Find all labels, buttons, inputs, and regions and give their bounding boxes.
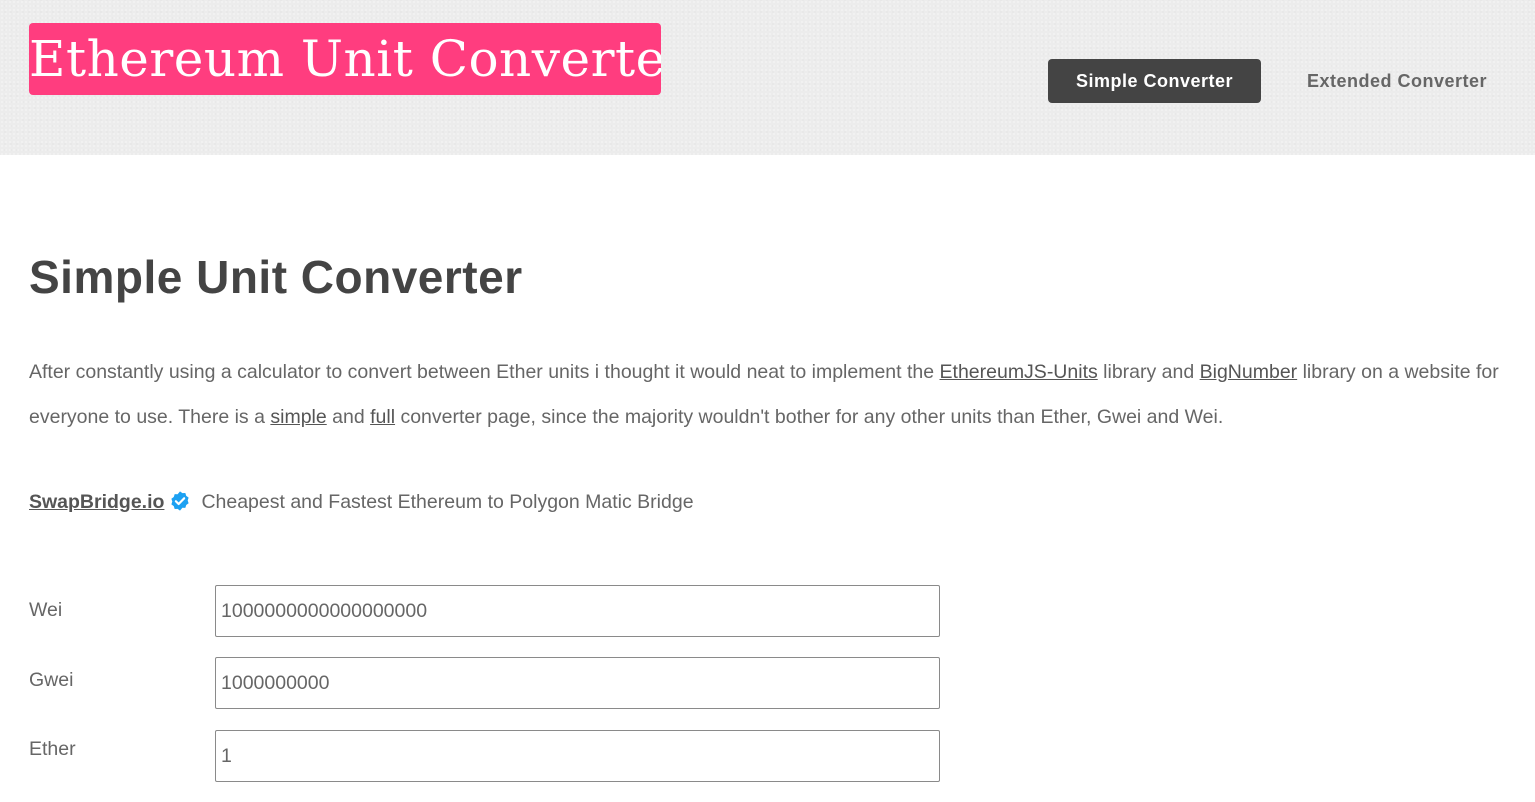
page-title: Simple Unit Converter <box>29 251 523 303</box>
site-header: Ethereum Unit Converter Simple Converter… <box>0 0 1535 155</box>
gwei-label: Gwei <box>29 669 74 691</box>
simple-converter-link[interactable]: simple <box>270 406 326 428</box>
intro-text-1: After constantly using a calculator to c… <box>29 361 940 383</box>
wei-label: Wei <box>29 599 63 621</box>
bignumber-link[interactable]: BigNumber <box>1200 361 1298 383</box>
full-converter-link[interactable]: full <box>370 406 395 428</box>
site-logo[interactable]: Ethereum Unit Converter <box>29 23 661 95</box>
swapbridge-link[interactable]: SwapBridge.io <box>29 491 164 513</box>
gwei-input[interactable] <box>215 657 940 709</box>
wei-input[interactable] <box>215 585 940 637</box>
intro-text-4: and <box>326 406 371 428</box>
intro-paragraph: After constantly using a calculator to c… <box>29 350 1519 440</box>
ether-input[interactable] <box>215 730 940 782</box>
verified-badge-icon <box>169 490 191 519</box>
intro-text-2: library and <box>1097 361 1200 383</box>
ether-label: Ether <box>29 738 76 760</box>
promo-line: SwapBridge.io Cheapest and Fastest Ethere… <box>29 489 694 519</box>
intro-text-5: converter page, since the majority would… <box>395 406 1224 428</box>
nav-simple-converter[interactable]: Simple Converter <box>1048 59 1261 103</box>
nav-extended-converter[interactable]: Extended Converter <box>1307 59 1487 103</box>
ethereumjs-units-link[interactable]: EthereumJS-Units <box>940 361 1098 383</box>
promo-tagline: Cheapest and Fastest Ethereum to Polygon… <box>201 491 694 513</box>
